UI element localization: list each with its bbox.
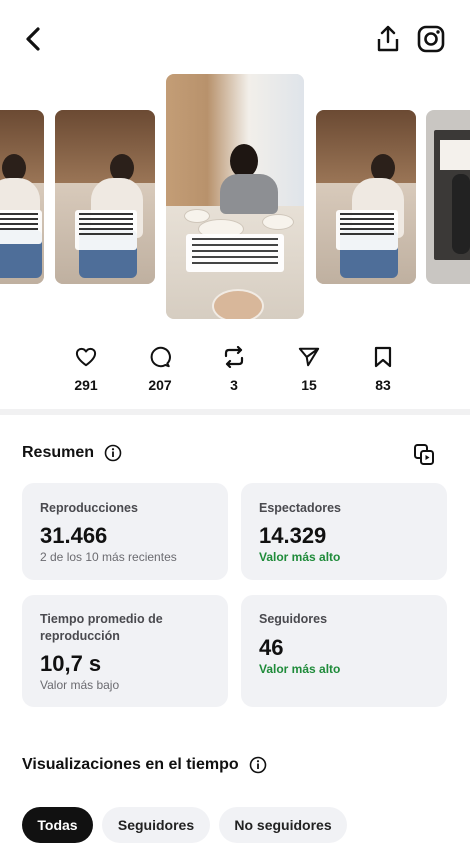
metric-card-avg-watch-time: Tiempo promedio de reproducción 10,7 s V… — [22, 595, 228, 707]
story-thumbnail[interactable] — [0, 110, 44, 284]
back-button[interactable] — [18, 24, 48, 54]
saves-stat: 83 — [353, 345, 413, 393]
metric-value: 14.329 — [259, 523, 327, 548]
metric-label: Reproducciones — [40, 501, 138, 515]
comment-icon — [150, 346, 171, 368]
filter-chip-non-followers[interactable]: No seguidores — [219, 807, 347, 843]
comments-count: 207 — [148, 377, 172, 393]
filter-chip-followers[interactable]: Seguidores — [102, 807, 210, 843]
shares-stat: 15 — [279, 345, 339, 393]
chevron-left-icon — [26, 27, 40, 51]
metric-card-viewers: Espectadores 14.329 Valor más alto — [241, 483, 447, 580]
summary-title: Resumen — [22, 444, 95, 461]
likes-stat: 291 — [56, 345, 116, 393]
saves-count: 83 — [375, 377, 391, 393]
bookmark-icon — [374, 346, 392, 368]
shares-count: 15 — [301, 377, 317, 393]
views-over-time-title: Visualizaciones en el tiempo — [22, 756, 239, 773]
metric-sub: Valor más bajo — [40, 678, 120, 692]
info-icon[interactable] — [249, 756, 267, 774]
send-icon — [298, 347, 320, 367]
info-icon[interactable] — [104, 444, 122, 462]
story-thumbnail[interactable] — [426, 110, 470, 284]
section-divider — [0, 409, 470, 415]
comments-stat: 207 — [130, 345, 190, 393]
instagram-icon — [417, 25, 445, 53]
repost-icon — [224, 346, 244, 368]
metric-label-line1: Tiempo promedio de — [40, 612, 163, 626]
story-thumbnail[interactable] — [55, 110, 155, 284]
story-carousel[interactable] — [0, 70, 470, 325]
summary-header: Resumen — [22, 444, 122, 462]
metric-value: 31.466 — [40, 523, 108, 548]
instagram-button[interactable] — [416, 24, 446, 54]
engagement-stats: 291 207 3 15 83 — [0, 345, 470, 400]
metric-label: Seguidores — [259, 612, 328, 626]
copy-icon[interactable] — [413, 443, 435, 467]
metric-sub: Valor más alto — [259, 550, 341, 564]
reposts-stat: 3 — [204, 345, 264, 393]
metric-card-followers: Seguidores 46 Valor más alto — [241, 595, 447, 707]
story-thumbnail[interactable] — [316, 110, 416, 284]
likes-count: 291 — [74, 377, 98, 393]
views-over-time-header: Visualizaciones en el tiempo — [22, 756, 267, 774]
share-button[interactable] — [374, 24, 402, 54]
heart-icon — [75, 347, 97, 367]
metric-sub: 2 de los 10 más recientes — [40, 550, 177, 564]
reposts-count: 3 — [230, 377, 238, 393]
metric-label-line2: reproducción — [40, 629, 120, 643]
metric-label: Tiempo promedio de reproducción — [40, 611, 163, 645]
story-thumbnail-selected[interactable] — [166, 74, 304, 319]
filter-chip-all[interactable]: Todas — [22, 807, 93, 843]
metric-value: 46 — [259, 635, 284, 660]
metric-label: Espectadores — [259, 501, 341, 515]
metric-card-plays: Reproducciones 31.466 2 de los 10 más re… — [22, 483, 228, 580]
top-bar — [0, 0, 470, 80]
metric-sub: Valor más alto — [259, 662, 341, 676]
metric-value: 10,7 s — [40, 651, 102, 676]
upload-icon — [377, 25, 399, 52]
